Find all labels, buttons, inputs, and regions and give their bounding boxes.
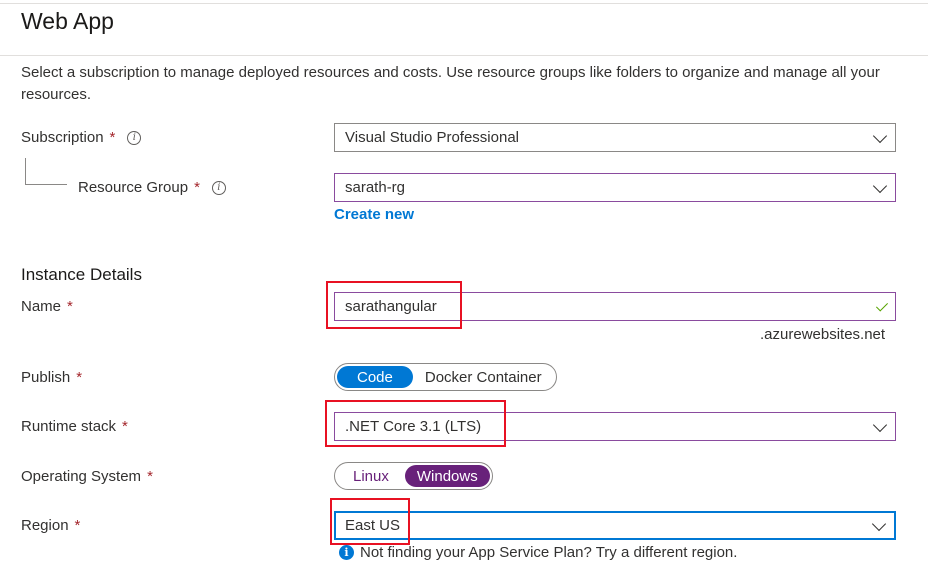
create-new-link[interactable]: Create new — [334, 206, 414, 223]
os-option-linux[interactable]: Linux — [337, 465, 405, 487]
subscription-label-row: Subscription * i — [21, 129, 142, 146]
region-label-row: Region * — [21, 517, 80, 534]
required-marker: * — [147, 468, 153, 485]
publish-option-docker[interactable]: Docker Container — [413, 366, 554, 388]
publish-label: Publish — [21, 369, 71, 386]
description-text: Select a subscription to manage deployed… — [21, 64, 880, 103]
runtime-stack-label: Runtime stack — [21, 418, 117, 435]
info-icon[interactable]: i — [127, 130, 142, 145]
highlight-box-name — [326, 281, 462, 329]
region-hint-text: Not finding your App Service Plan? Try a… — [360, 544, 738, 561]
chevron-down-icon — [872, 417, 888, 432]
header-divider — [0, 55, 928, 56]
publish-toggle[interactable]: Code Docker Container — [334, 363, 557, 391]
required-marker: * — [109, 129, 116, 146]
resource-group-value: sarath-rg — [345, 179, 406, 196]
highlight-box-runtime — [325, 400, 506, 447]
name-label-row: Name * — [21, 298, 73, 315]
resource-group-label-row: Resource Group * i — [78, 179, 226, 196]
chevron-down-icon — [872, 178, 888, 193]
top-divider — [0, 3, 928, 4]
region-label: Region — [21, 517, 69, 534]
domain-suffix: .azurewebsites.net — [760, 326, 886, 343]
region-dropdown[interactable]: East US — [334, 511, 896, 540]
check-icon — [875, 299, 889, 312]
operating-system-label: Operating System — [21, 468, 142, 485]
subscription-dropdown[interactable]: Visual Studio Professional — [334, 123, 896, 152]
highlight-box-region — [330, 498, 410, 545]
subscription-label: Subscription — [21, 129, 104, 146]
subscription-value: Visual Studio Professional — [345, 129, 519, 146]
publish-option-code[interactable]: Code — [337, 366, 413, 388]
resource-group-label: Resource Group — [78, 179, 189, 196]
required-marker: * — [67, 298, 73, 315]
info-icon[interactable]: i — [211, 180, 226, 195]
instance-details-heading: Instance Details — [21, 265, 142, 284]
region-hint: i Not finding your App Service Plan? Try… — [339, 544, 737, 561]
os-option-windows[interactable]: Windows — [404, 465, 490, 487]
required-marker: * — [194, 179, 200, 196]
name-label: Name — [21, 298, 62, 315]
required-marker: * — [76, 369, 83, 386]
publish-label-row: Publish * — [21, 369, 82, 386]
page-title: Web App — [21, 8, 114, 34]
operating-system-label-row: Operating System * — [21, 468, 153, 485]
required-marker: * — [74, 517, 81, 534]
info-circle-icon: i — [339, 545, 354, 560]
operating-system-toggle[interactable]: Linux Windows — [334, 462, 493, 490]
chevron-down-icon — [871, 516, 887, 531]
tree-connector-vertical — [25, 158, 26, 184]
required-marker: * — [122, 418, 128, 435]
resource-group-dropdown[interactable]: sarath-rg — [334, 173, 896, 202]
chevron-down-icon — [872, 128, 888, 143]
runtime-stack-label-row: Runtime stack * — [21, 418, 128, 435]
tree-connector-horizontal — [25, 184, 67, 185]
